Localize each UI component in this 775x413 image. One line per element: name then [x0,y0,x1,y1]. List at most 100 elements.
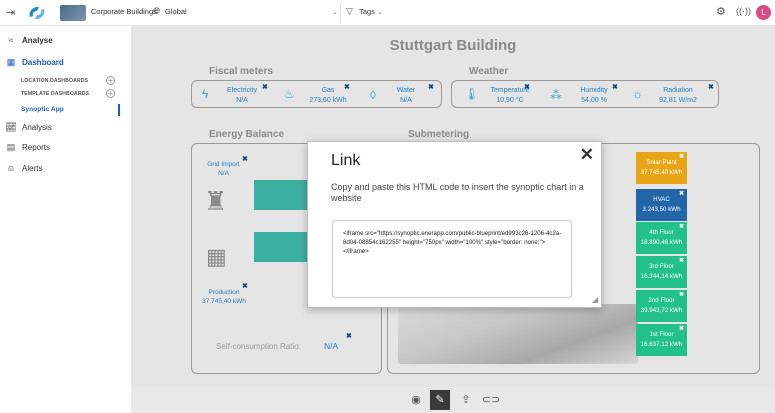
floor-card-hvac[interactable]: ✖ HVAC 3.243,50 kWh [636,189,687,221]
link-modal: Link ✕ Copy and paste this HTML code to … [307,141,602,308]
building-3d-model [398,304,638,364]
meter-value: 54,00 % [581,97,607,104]
location-thumbnail[interactable] [60,5,86,21]
sidebar-item-label: Analysis [22,123,52,132]
pencil-icon[interactable]: ✎ [430,390,450,410]
sidebar-item-label: Analyse [22,35,53,45]
close-icon[interactable]: ✖ [242,282,248,290]
floor-value: 16.344,14 kWh [640,273,683,280]
broadcast-icon[interactable]: ((·)) [736,6,751,16]
floor-card-1st-floor[interactable]: ✖ 1st Floor 16.637,12 kWh [636,324,687,356]
close-icon[interactable]: ✖ [524,83,530,91]
location-selector[interactable]: Corporate Buildings [91,7,157,16]
meter-value: 37.745,40 kWh [202,298,246,305]
sidebar-item-dashboard[interactable]: ▦ Dashboard [4,57,64,68]
embed-code-textarea[interactable]: <iframe src="https://synoptic.enerapp.co… [332,220,572,298]
modal-title: Link [331,152,361,169]
meter-label: Gas [321,87,335,94]
sidebar-item-analyse[interactable]: ≈ Analyse [4,35,53,45]
section-title-fiscal: Fiscal meters [209,66,273,77]
close-icon[interactable]: ✖ [262,83,268,91]
close-icon[interactable]: ✖ [346,332,352,340]
chevron-down-icon[interactable]: ⌄ [137,8,143,16]
close-icon[interactable]: ✖ [679,256,684,266]
top-bar: ⇥ Corporate Buildings ⌄ 🌐︎ Global ⌄ ▽ Ta… [0,0,775,26]
solar-panel-icon: ▦ [206,244,227,269]
floor-value: 39.943,72 kWh [640,307,683,314]
divider [340,4,341,22]
sidebar-item-location-dashboards[interactable]: LOCATION DASHBOARDS [21,78,88,84]
section-title-submetering: Submetering [408,129,470,140]
sidebar-item-label: Dashboard [22,58,64,67]
floor-card-3rd-floor[interactable]: ✖ 3rd Floor 16.344,14 kWh [636,256,687,288]
meter-value: 10,90 °C [496,97,524,104]
tags-selector[interactable]: Tags [359,7,375,16]
flow-pipe-top [254,180,309,210]
sidebar-item-synoptic-app[interactable]: Synoptic App [21,106,64,113]
weather-radiation[interactable]: Radiation 92,81 W/m2 [642,86,714,106]
dashboard-icon: ▦ [6,57,16,67]
floor-card-4th-floor[interactable]: ✖ 4th Floor 18.890,46 kWh [636,222,687,254]
sidebar-item-reports[interactable]: ▤ Reports [4,142,50,153]
section-title-energy: Energy Balance [209,129,285,140]
flow-pipe-bottom [254,232,309,262]
fiscal-meters-panel: ϟ Electricity N/A ✖ ♨ Gas 273,60 kWh ✖ ◊… [191,80,442,108]
filter-icon[interactable]: ▽ [346,6,353,17]
close-icon[interactable]: ✕ [580,145,594,165]
analysis-icon: 📈︎ [5,122,17,132]
meter-label: Radiation [663,87,693,94]
bottom-toolbar: ◉ ✎ ⇪ ⊂⊃ [131,387,775,413]
self-consumption-label: Self-consumption Ratio: [216,342,301,351]
reports-icon: ▤ [6,142,16,152]
eye-icon[interactable]: ◉ [406,390,426,410]
weather-temperature[interactable]: Temperature 10,90 °C [478,86,542,106]
floor-card-2nd-floor[interactable]: ✖ 2nd Floor 39.943,72 kWh [636,290,687,322]
floor-value: 3.243,50 kWh [642,206,681,213]
chevron-down-icon[interactable]: ⌄ [332,8,338,16]
meter-value: 273,60 kWh [309,97,347,104]
lightning-icon: ϟ [202,87,209,101]
page-title: Stuttgart Building [389,37,517,54]
modal-description: Copy and paste this HTML code to insert … [331,182,584,203]
floor-value: 18.890,46 kWh [640,239,683,246]
floor-card-solar-plant[interactable]: ✖ Solar Plant 37.745,40 kWh [636,152,687,184]
avatar[interactable]: L [756,5,771,20]
sidebar-item-analysis[interactable]: 📈︎ Analysis [4,122,52,133]
fiscal-meter-gas[interactable]: Gas 273,60 kWh [296,86,360,106]
close-icon[interactable]: ✖ [344,83,350,91]
close-icon[interactable]: ✖ [242,155,248,163]
floor-value: 16.637,12 kWh [640,341,683,348]
add-template-dashboard-icon[interactable]: + [106,89,115,98]
resize-handle-icon[interactable]: ◢ [592,295,598,304]
close-icon[interactable]: ✖ [428,83,434,91]
meter-label: Temperature [490,87,530,94]
menu-collapse-icon[interactable]: ⇥ [6,6,15,19]
close-icon[interactable]: ✖ [612,83,618,91]
production-meter[interactable]: Production 37.745,40 kWh [194,288,254,306]
section-title-weather: Weather [469,66,509,77]
scope-selector[interactable]: Global [165,7,187,16]
humidity-icon: ⁂ [550,88,562,102]
meter-value: N/A [218,170,229,177]
sidebar-item-template-dashboards[interactable]: TEMPLATE DASHBOARDS [21,91,89,97]
active-indicator [118,104,120,116]
enerapp-logo[interactable] [26,3,48,28]
meter-value: N/A [236,97,248,104]
close-icon[interactable]: ✖ [679,189,684,199]
close-icon[interactable]: ✖ [679,324,684,334]
add-location-dashboard-icon[interactable]: + [106,76,115,85]
gear-icon[interactable]: ⚙ [716,5,726,18]
close-icon[interactable]: ✖ [679,222,684,232]
link-icon[interactable]: ⊂⊃ [481,390,501,410]
chevron-down-icon[interactable]: ⌄ [377,8,383,16]
thermometer-icon: 🌡︎ [464,87,480,101]
upload-icon[interactable]: ⇪ [456,390,476,410]
sidebar-item-alerts[interactable]: ⍝ Alerts [4,163,42,174]
self-consumption-value: N/A [324,341,339,351]
sidebar: ≈ Analyse ▦ Dashboard LOCATION DASHBOARD… [0,26,120,413]
close-icon[interactable]: ✖ [708,83,714,91]
globe-icon: 🌐︎ [153,6,161,16]
close-icon[interactable]: ✖ [679,152,684,162]
floor-value: 37.745,40 kWh [640,169,683,176]
close-icon[interactable]: ✖ [679,290,684,300]
